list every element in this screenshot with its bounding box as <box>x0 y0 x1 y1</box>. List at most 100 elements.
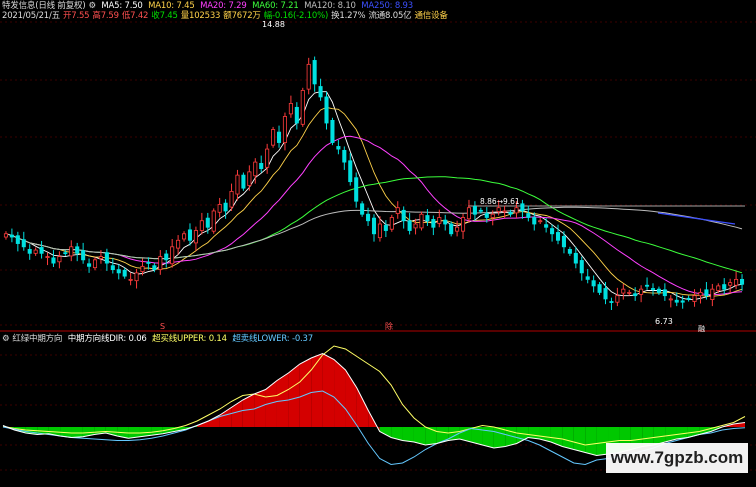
quote-close: 收7.45 <box>151 11 178 21</box>
candle-body <box>544 224 549 228</box>
candle-body <box>229 191 234 208</box>
candle-body <box>710 288 715 300</box>
candle-body <box>324 96 329 124</box>
candle-body <box>253 161 258 177</box>
candle-body <box>455 226 460 232</box>
candle-body <box>348 160 353 183</box>
stock-name[interactable]: 特发信息(日线 前复权) <box>2 1 86 11</box>
dir-green-area <box>585 427 597 456</box>
candle-body <box>722 284 727 290</box>
quote-change: 幅-0.16(-2.10%) <box>263 11 329 21</box>
indicator-header: ⚙ 红绿中期方向 中期方向线DIR: 0.06 超买线UPPER: 0.14 超卖… <box>2 334 316 344</box>
candle-body <box>377 223 382 239</box>
candle-body <box>128 278 133 281</box>
ma20-label: MA20: 7.29 <box>200 1 247 11</box>
candle-body <box>92 259 98 269</box>
candle-body <box>668 298 673 301</box>
candle-body <box>205 217 210 228</box>
candle-body <box>187 229 193 241</box>
candle-body <box>508 211 513 215</box>
candle-body <box>122 269 127 277</box>
watermark: www.7gpzb.com <box>606 443 748 473</box>
candle-body <box>69 246 74 257</box>
candle-body <box>158 256 163 271</box>
candle-body <box>81 250 86 261</box>
candle-body <box>680 300 685 303</box>
gear-icon[interactable]: ⚙ <box>2 334 10 344</box>
candle-body <box>45 256 50 258</box>
candle-body <box>639 288 644 295</box>
ma10-label: MA10: 7.45 <box>148 1 195 11</box>
candle-body <box>170 246 175 265</box>
candle-body <box>526 213 531 218</box>
dir-green-area <box>562 427 574 450</box>
candle-body <box>591 280 596 287</box>
stock-chart[interactable]: 14.88 6.73 8.86→9.61 S 除 融 <box>0 0 756 487</box>
candle-body <box>104 252 109 264</box>
candle-body <box>704 289 709 297</box>
ma60-label: MA60: 7.21 <box>252 1 299 11</box>
candle-body <box>443 219 448 225</box>
candle-body <box>182 233 187 240</box>
indicator-name[interactable]: 红绿中期方向 <box>12 334 62 344</box>
candle-body <box>550 228 555 235</box>
candle-body <box>419 213 424 229</box>
candle-body <box>366 213 371 222</box>
candle-body <box>63 252 68 255</box>
candle-body <box>579 260 584 274</box>
moving-average-lines <box>5 91 743 301</box>
candle-body <box>9 234 14 238</box>
candle-body <box>389 217 394 230</box>
price-high-label: 14.88 <box>262 20 285 29</box>
candle-body <box>294 106 299 124</box>
dir-red-area <box>311 353 323 427</box>
dir-green-area <box>71 427 83 438</box>
candle-body <box>342 149 347 163</box>
main-chart-header: 特发信息(日线 前复权) ⚙ MA5: 7.50 MA10: 7.45 MA20:… <box>2 1 416 11</box>
candle-body <box>199 220 204 231</box>
ma120-label: MA120: 8.10 <box>304 1 356 11</box>
quote-float-cap: 流通8.05亿 <box>368 11 412 21</box>
candle-body <box>354 177 359 202</box>
dir-green-area <box>528 427 540 439</box>
candlestick-series[interactable] <box>3 56 745 311</box>
candle-body <box>176 239 181 249</box>
candle-body <box>395 207 400 214</box>
lower-label: 超卖线LOWER: -0.37 <box>232 334 313 344</box>
candle-body <box>140 265 145 272</box>
candle-body <box>573 252 578 264</box>
candle-body <box>407 220 412 231</box>
candle-body <box>627 292 632 294</box>
candle-body <box>645 284 650 287</box>
candle-body <box>360 203 365 215</box>
candle-body <box>716 285 721 291</box>
ma5-line <box>5 91 743 301</box>
candle-body <box>656 288 661 293</box>
candle-body <box>597 284 602 293</box>
candle-body <box>152 265 157 271</box>
candle-body <box>585 276 590 280</box>
candle-body <box>739 278 745 285</box>
candle-body <box>217 204 222 213</box>
candle-body <box>15 235 20 244</box>
candle-body <box>318 86 323 98</box>
candle-body <box>478 209 483 212</box>
candle-body <box>259 162 264 170</box>
dir-red-area <box>219 407 232 427</box>
candle-body <box>98 256 103 259</box>
candle-body <box>336 146 341 150</box>
candle-body <box>271 129 276 146</box>
quote-high: 高7.59 <box>92 11 119 21</box>
marker-rong: 融 <box>698 324 705 333</box>
price-mid-label: 8.86→9.61 <box>480 197 520 206</box>
candle-body <box>371 217 377 235</box>
dir-green-area <box>573 427 586 453</box>
quote-open: 开7.55 <box>62 11 90 21</box>
candle-body <box>27 249 32 254</box>
dir-red-area <box>334 359 346 427</box>
candle-body <box>686 297 691 300</box>
candle-body <box>288 103 293 115</box>
quote-sector: 通信设备 <box>414 11 448 21</box>
gear-icon[interactable]: ⚙ <box>88 1 96 11</box>
candle-body <box>466 207 472 220</box>
